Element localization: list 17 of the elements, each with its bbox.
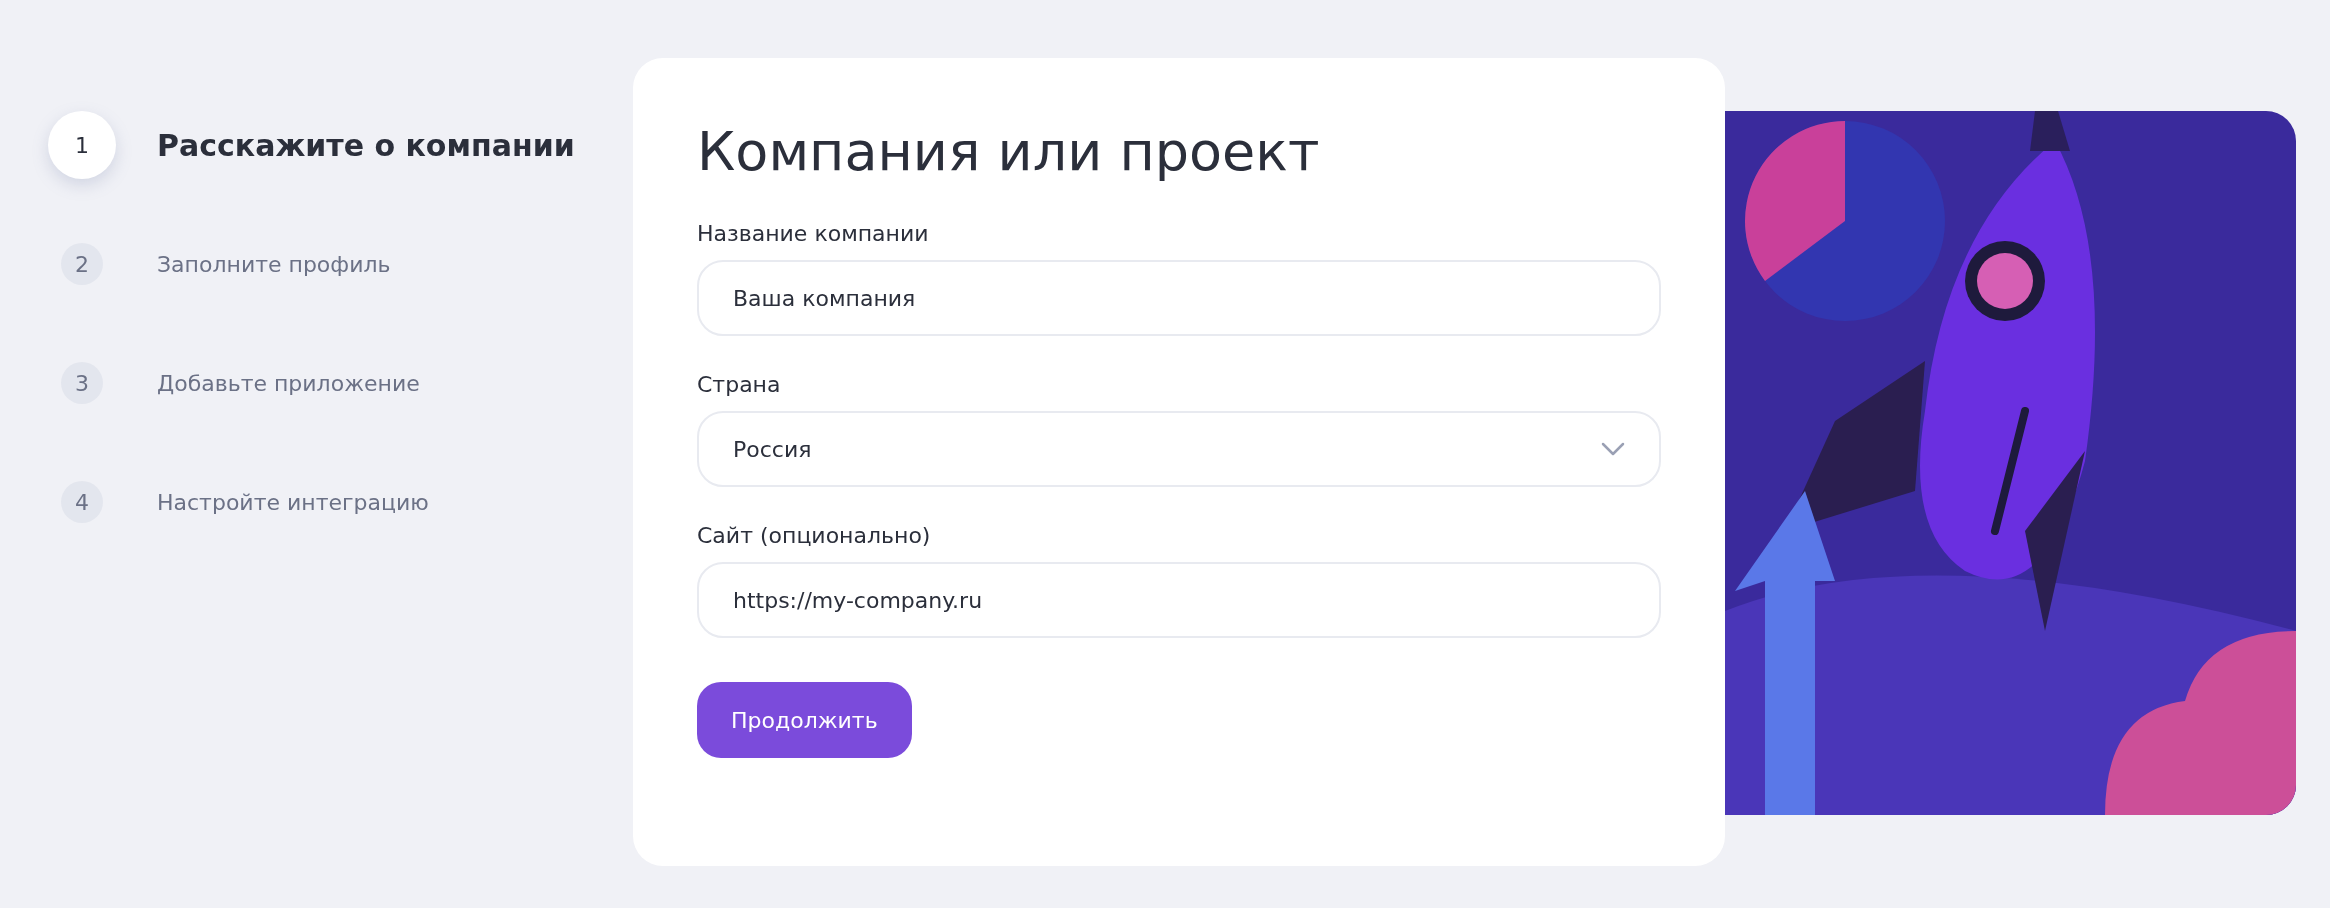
step-label: Расскажите о компании [157,127,575,163]
form-title: Компания или проект [697,122,1321,182]
field-label: Сайт (опционально) [697,523,932,549]
step-label: Добавьте приложение [157,370,420,396]
continue-button[interactable]: Продолжить [697,682,912,759]
step-number: 1 [48,111,116,179]
chevron-down-icon [1601,442,1625,457]
step-label: Заполните профиль [157,251,391,277]
field-label: Название компании [697,221,930,247]
field-label: Страна [697,372,782,398]
input-field[interactable]: Ваша компания [697,260,1661,337]
input-field[interactable]: https://my-company.ru [697,562,1661,639]
step-number: 4 [61,481,103,523]
country-select[interactable]: Россия [697,411,1661,488]
step-number: 2 [61,243,103,285]
step-label: Настройте интеграцию [157,489,429,515]
step-number: 3 [61,362,103,404]
